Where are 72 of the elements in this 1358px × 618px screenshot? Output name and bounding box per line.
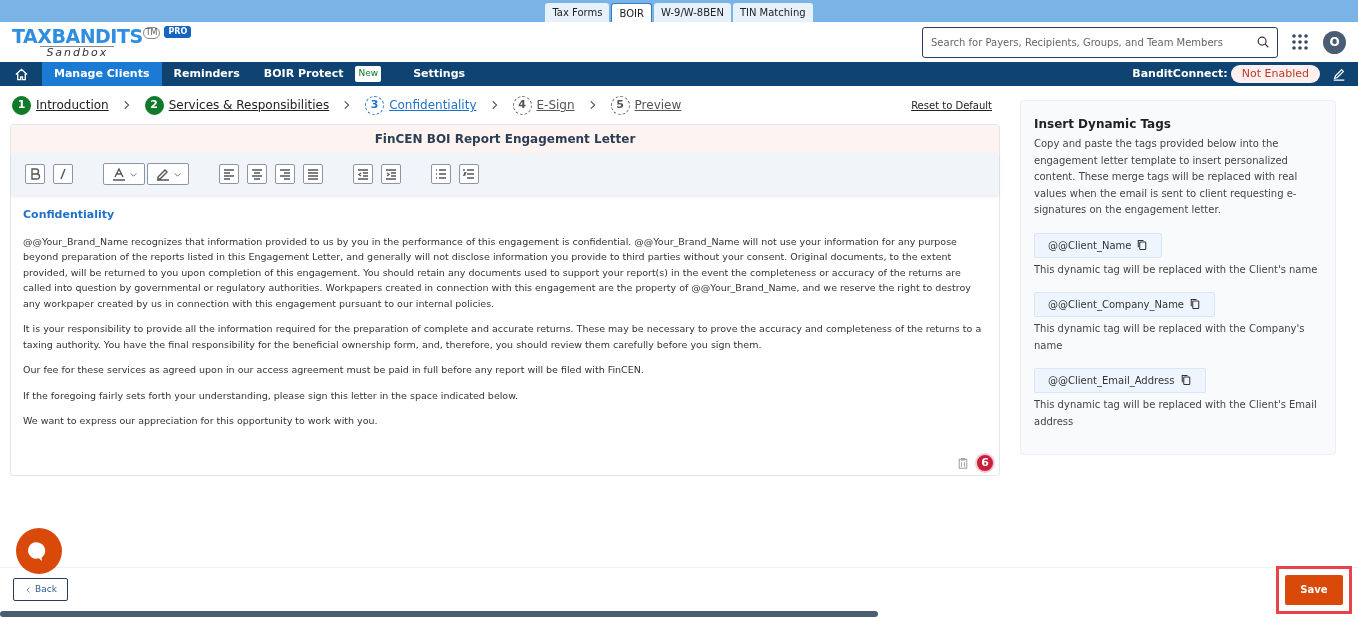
pencil-icon xyxy=(1332,67,1346,81)
product-tab[interactable]: BOIR xyxy=(611,3,652,22)
letter-paragraph: It is your responsibility to provide all the information required for the preparation of complete and accurate returns. These may be necessary to prove the accuracy and completeness of the returns to a taxing authority. You have the final responsibility for the beneficial ownership form, and, therefore, you should review them carefully before you sign them. xyxy=(23,322,983,352)
search-field[interactable]: Search for Payers, Recipients, Groups, and Team Members xyxy=(922,26,1278,58)
toolbar-button[interactable] xyxy=(219,164,239,184)
letter-paragraph: Our fee for these services as agreed upon in our access agreement must be paid in full before any report will be filed with FinCEN. xyxy=(23,363,645,377)
copy-icon xyxy=(1179,374,1192,386)
text-color-icon xyxy=(110,166,127,182)
letter-paragraph: @@Your_Brand_Name recognizes that information provided to us by you in the performance of this engagement is confidential. @@Your_Brand_Name will not use your information for any purpose beyond preparation of the reports listed in this Engagement Letter, and generally will not disclose information you provide to third parties without your consent. Original documents, to the extent provided, will be returned to you upon completion of this engagement. You should retain any documents used to support your report(s) in the event the completeness or accuracy of the returns are called into question by governmental or regulatory authorities. Workpapers created in connection with this engagement are the property of @@Your_Brand_Name, and we reserve the right to destroy any workpaper created by us in connection with this engagement pursuant to our internal policies. xyxy=(23,234,972,311)
product-tab[interactable]: W-9/W-8BEN xyxy=(653,3,731,22)
toolbar-button[interactable] xyxy=(431,164,451,184)
section-heading: Confidentiality xyxy=(23,207,116,223)
tag-note: This dynamic tag will be replaced with the Client's Email address xyxy=(1034,397,1318,429)
step-number: 2 xyxy=(144,95,164,115)
panel-description: Copy and paste the tags provided below into the engagement letter template to insert personalized content. These merge tags will be replaced with real values when the email is sent to client requesting e-signatures on the engagement letter. xyxy=(1034,137,1299,217)
chevron-left-icon xyxy=(24,585,32,594)
toolbar-button[interactable] xyxy=(303,164,323,184)
dynamic-tag-chip[interactable]: @@Client_Email_Address xyxy=(1034,367,1206,393)
toolbar-button[interactable] xyxy=(275,164,295,184)
tag-note: This dynamic tag will be replaced with the Client's name xyxy=(1034,262,1318,277)
new-badge: New xyxy=(355,66,382,82)
step-link[interactable]: Services & Responsibilities xyxy=(168,96,330,114)
chat-bubble-button[interactable] xyxy=(16,528,62,574)
status-pill: Not Enabled xyxy=(1230,64,1320,84)
product-tab[interactable]: Tax Forms xyxy=(545,3,610,22)
letter-paragraph: We want to express our appreciation for this opportunity to work with you. xyxy=(23,414,379,428)
copy-icon xyxy=(1189,298,1202,310)
nav-tab[interactable]: Manage Clients xyxy=(42,62,162,86)
numbered-list-icon xyxy=(461,166,477,182)
nav-tab[interactable]: Settings xyxy=(401,62,478,86)
align-left-icon xyxy=(221,166,237,182)
step-link[interactable]: Introduction xyxy=(36,96,109,114)
toolbar-button[interactable] xyxy=(53,164,73,184)
user-avatar[interactable]: O xyxy=(1323,30,1346,54)
bullet-list-icon xyxy=(433,166,449,182)
dynamic-tag-chip[interactable]: @@Client_Company_Name xyxy=(1034,291,1216,317)
search-icon xyxy=(1256,34,1270,49)
nav-tab[interactable]: BOIR Protect xyxy=(251,62,356,86)
align-right-icon xyxy=(277,166,293,182)
back-button[interactable]: Back xyxy=(13,578,68,601)
editor-title: FinCEN BOI Report Engagement Letter xyxy=(374,131,636,148)
dynamic-tag-chip[interactable]: @@Client_Name xyxy=(1034,232,1163,258)
apps-grid-icon[interactable] xyxy=(1292,34,1308,50)
toolbar-button[interactable] xyxy=(381,164,401,184)
step-link[interactable]: Preview xyxy=(634,96,682,114)
highlight-dropdown[interactable] xyxy=(147,163,189,185)
step-number: 1 xyxy=(12,95,31,115)
toolbar-button[interactable] xyxy=(459,164,479,184)
issue-count-badge: 6 xyxy=(975,453,995,473)
logo-subtitle: Sandbox xyxy=(40,46,115,58)
indent-icon xyxy=(383,166,399,182)
panel-title: Insert Dynamic Tags xyxy=(1034,116,1172,133)
pro-badge: PRO xyxy=(164,26,192,38)
step-link[interactable]: Confidentiality xyxy=(389,96,477,114)
product-tab[interactable]: TIN Matching xyxy=(732,3,813,22)
outdent-icon xyxy=(355,166,371,182)
justify-icon xyxy=(305,166,321,182)
step-link[interactable]: E-Sign xyxy=(536,96,575,114)
nav-tab[interactable]: Reminders xyxy=(161,62,252,86)
align-center-icon xyxy=(249,166,265,182)
tag-note: This dynamic tag will be replaced with the Company's name xyxy=(1034,321,1306,353)
save-button[interactable]: Save xyxy=(1285,574,1343,605)
copy-icon xyxy=(1136,239,1149,251)
toolbar-button[interactable] xyxy=(353,164,373,184)
bandit-connect-label: BanditConnect: xyxy=(1132,65,1228,82)
text-color-dropdown[interactable] xyxy=(103,163,145,185)
toolbar-button[interactable] xyxy=(25,164,45,184)
reset-link[interactable]: Reset to Default xyxy=(911,97,992,113)
logo-text: TAXBANDITS xyxy=(12,26,143,46)
letter-paragraph: If the foregoing fairly sets forth your understanding, please sign this letter in the space indicated below. xyxy=(23,388,520,403)
toolbar-button[interactable] xyxy=(247,164,267,184)
home-icon xyxy=(13,66,29,82)
